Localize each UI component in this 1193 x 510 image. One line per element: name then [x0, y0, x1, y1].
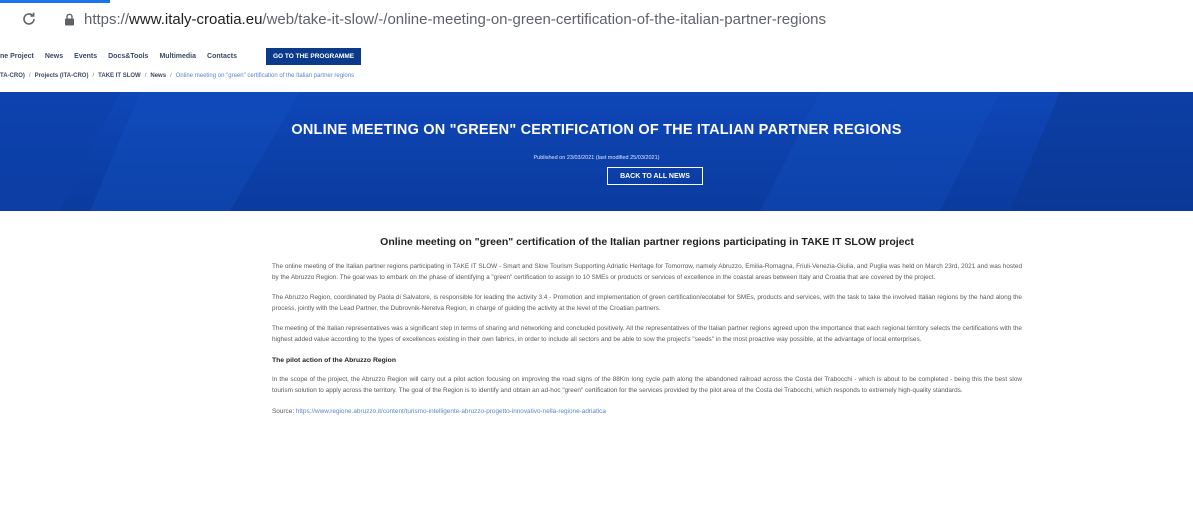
site-nav: ne Project News Events Docs&Tools Multim… [0, 46, 362, 66]
article-body: Online meeting on "green" certification … [272, 236, 1022, 418]
browser-address-bar: https://www.italy-croatia.eu/web/take-it… [0, 3, 1193, 35]
url-path: /web/take-it-slow/-/online-meeting-on-gr… [262, 10, 826, 28]
breadcrumb-separator: / [170, 73, 172, 79]
breadcrumb-item-projects[interactable]: Projects (ITA-CRO) [35, 73, 89, 79]
nav-item-the-project[interactable]: ne Project [0, 53, 34, 60]
breadcrumb: TA-CRO) / Projects (ITA-CRO) / TAKE IT SLOW /… [0, 73, 354, 79]
reload-icon[interactable] [20, 10, 38, 28]
breadcrumb-separator: / [28, 73, 31, 79]
article-heading: Online meeting on "green" certification … [380, 236, 914, 248]
nav-item-multimedia[interactable]: Multimedia [159, 53, 196, 60]
published-date: Published on 23/03/2021 (last modified 2… [533, 155, 660, 161]
article-subheading: The pilot action of the Abruzzo Region [272, 357, 396, 364]
page-banner: ONLINE MEETING ON "GREEN" CERTIFICATION … [0, 92, 1193, 211]
breadcrumb-item-take-it-slow[interactable]: TAKE IT SLOW [98, 73, 141, 79]
url-host: www.italy-croatia.eu [129, 10, 263, 28]
article-paragraph: The online meeting of the Italian partne… [272, 263, 1022, 281]
nav-item-contacts[interactable]: Contacts [207, 53, 237, 60]
nav-item-docs-tools[interactable]: Docs&Tools [108, 53, 148, 60]
nav-item-events[interactable]: Events [74, 53, 97, 60]
url-prefix: https:// [84, 10, 130, 28]
lock-icon[interactable] [64, 12, 76, 26]
breadcrumb-separator: / [144, 73, 147, 79]
article-paragraph: In the scope of the project, the Abruzzo… [272, 376, 1022, 394]
nav-item-news[interactable]: News [45, 53, 63, 60]
back-to-all-news-button[interactable]: BACK TO ALL NEWS [607, 167, 703, 185]
breadcrumb-current: Online meeting on "green" certification … [175, 73, 355, 79]
source-link[interactable]: https://www.regione.abruzzo.it/content/t… [296, 408, 606, 415]
banner-background-pattern [0, 92, 1193, 211]
page-title: ONLINE MEETING ON "GREEN" CERTIFICATION … [291, 122, 902, 138]
go-to-programme-button[interactable]: GO TO THE PROGRAMME [265, 47, 362, 65]
breadcrumb-separator: / [92, 73, 95, 79]
url-field[interactable]: https://www.italy-croatia.eu/web/take-it… [84, 11, 826, 28]
breadcrumb-item-programme[interactable]: TA-CRO) [0, 73, 25, 79]
breadcrumb-item-news[interactable]: News [150, 73, 166, 79]
article-paragraph: The meeting of the Italian representativ… [272, 325, 1022, 343]
article-paragraph: The Abruzzo Region, coordinated by Paola… [272, 294, 1022, 312]
article-source: Source: https://www.regione.abruzzo.it/c… [272, 407, 1022, 418]
source-label: Source: [272, 408, 295, 415]
